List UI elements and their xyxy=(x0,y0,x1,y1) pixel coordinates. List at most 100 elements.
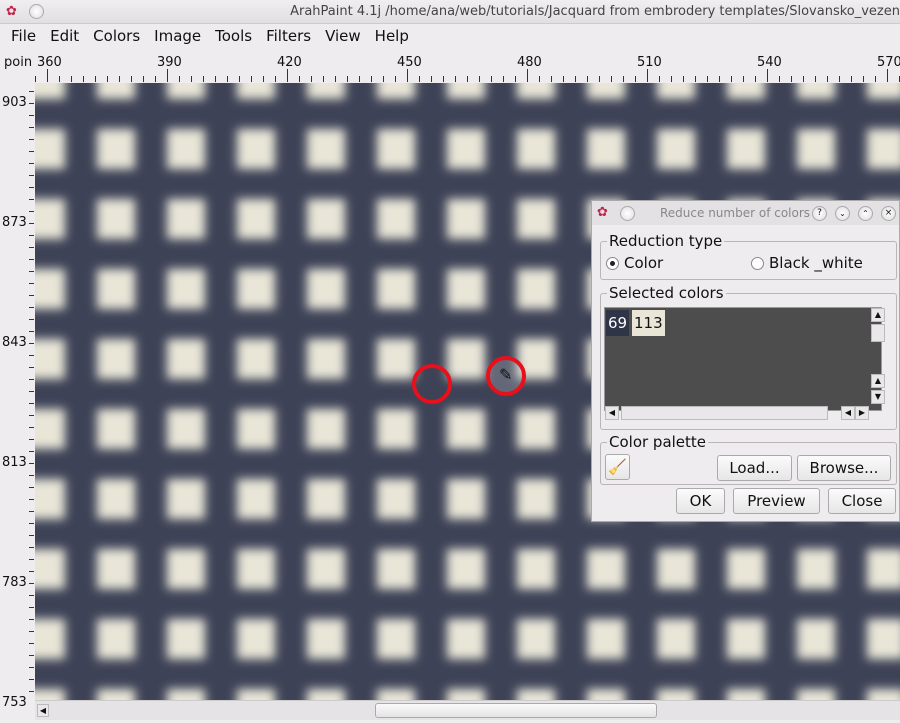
ruler-label: 360 xyxy=(37,55,62,70)
minimize-icon[interactable]: ⌄ xyxy=(835,206,850,221)
radio-black-white[interactable]: Black _white xyxy=(751,254,863,272)
ruler-tick xyxy=(539,76,540,82)
ruler-label: 903 xyxy=(2,95,27,110)
eyedropper-cursor: ✎ xyxy=(486,356,526,396)
ruler-tick xyxy=(95,76,96,82)
ruler-tick xyxy=(815,76,816,82)
ruler-tick xyxy=(29,427,34,428)
window-menu-button[interactable] xyxy=(29,4,44,19)
ruler-tick xyxy=(29,691,34,692)
help-icon[interactable]: ? xyxy=(812,206,827,221)
vertical-scroll-thumb[interactable] xyxy=(871,324,885,342)
ruler-tick xyxy=(29,631,34,632)
scroll-left-button[interactable]: ◀ xyxy=(605,406,619,420)
ruler-tick xyxy=(239,76,240,82)
ruler-label: 813 xyxy=(2,455,27,470)
preview-button[interactable]: Preview xyxy=(733,488,820,514)
load-button[interactable]: Load... xyxy=(717,455,792,481)
eyedropper-icon: ✎ xyxy=(499,365,513,384)
ruler-tick xyxy=(29,583,34,584)
ok-button[interactable]: OK xyxy=(676,488,725,514)
ruler-tick xyxy=(29,259,34,260)
ruler-tick xyxy=(383,76,384,82)
menu-colors[interactable]: Colors xyxy=(86,24,147,50)
horizontal-scroll-thumb[interactable] xyxy=(621,406,828,420)
ruler-tick xyxy=(155,76,156,82)
color-swatch[interactable]: 113 xyxy=(632,310,665,336)
ruler-tick xyxy=(491,76,492,82)
menu-view[interactable]: View xyxy=(318,24,368,50)
color-swatch[interactable]: 69 xyxy=(606,310,630,336)
ruler-tick xyxy=(29,547,34,548)
ruler-tick xyxy=(719,76,720,82)
ruler-tick xyxy=(29,403,34,404)
scroll-up-button[interactable]: ▲ xyxy=(871,374,885,388)
ruler-tick xyxy=(851,76,852,82)
ruler-tick xyxy=(803,76,804,82)
menu-file[interactable]: File xyxy=(4,24,43,50)
ruler-tick xyxy=(695,76,696,82)
ruler-tick xyxy=(467,76,468,82)
dialog-title: Reduce number of colors xyxy=(660,206,811,220)
ruler-tick xyxy=(827,76,828,82)
close-icon[interactable]: × xyxy=(881,206,896,221)
ruler-tick xyxy=(29,91,34,92)
close-button[interactable]: Close xyxy=(828,488,896,514)
ruler-tick xyxy=(659,76,660,82)
ruler-tick xyxy=(359,76,360,82)
scrollbar-thumb[interactable] xyxy=(375,703,657,718)
ruler-tick xyxy=(551,76,552,82)
clear-palette-button[interactable]: 🧹 xyxy=(605,454,630,480)
reduction-type-group: Reduction type Color Black _white xyxy=(600,232,897,280)
ruler-tick xyxy=(29,271,34,272)
menu-edit[interactable]: Edit xyxy=(43,24,86,50)
menu-filters[interactable]: Filters xyxy=(259,24,318,50)
ruler-tick xyxy=(323,76,324,82)
selected-colors-label: Selected colors xyxy=(607,284,726,302)
menu-image[interactable]: Image xyxy=(147,24,208,50)
selected-colors-list[interactable]: 69 113 ▲ ▲ ▼ ◀ ◀ ▶ xyxy=(604,307,885,420)
browse-button[interactable]: Browse... xyxy=(797,455,891,481)
ruler-tick xyxy=(29,451,34,452)
menu-help[interactable]: Help xyxy=(368,24,416,50)
ruler-tick xyxy=(623,76,624,82)
window-title: ArahPaint 4.1j /home/ana/web/tutorials/J… xyxy=(290,4,900,19)
ruler-tick xyxy=(143,76,144,82)
radio-black-white-label: Black _white xyxy=(769,254,863,272)
ruler-tick xyxy=(29,175,34,176)
ruler-tick xyxy=(575,76,576,82)
horizontal-scrollbar[interactable]: ◀ xyxy=(35,700,900,720)
ruler-tick xyxy=(227,76,228,82)
ruler-label: 510 xyxy=(637,55,662,70)
scroll-left-button[interactable]: ◀ xyxy=(37,704,49,717)
ruler-tick xyxy=(443,76,444,82)
ruler-tick xyxy=(335,76,336,82)
ruler-tick xyxy=(29,655,34,656)
horizontal-ruler: poin 360 390 420 450 480 510 540 570 xyxy=(0,52,900,83)
ruler-tick xyxy=(29,571,34,572)
ruler-tick xyxy=(29,151,34,152)
ruler-tick xyxy=(671,76,672,82)
dialog-menu-button[interactable] xyxy=(620,206,635,221)
scroll-down-button[interactable]: ▼ xyxy=(871,390,885,404)
ruler-tick xyxy=(29,679,34,680)
reduction-type-label: Reduction type xyxy=(607,232,725,250)
scroll-left-button[interactable]: ◀ xyxy=(841,406,855,420)
maximize-icon[interactable]: ⌃ xyxy=(858,206,873,221)
radio-color[interactable]: Color xyxy=(606,254,663,272)
scroll-right-button[interactable]: ▶ xyxy=(855,406,869,420)
ruler-tick xyxy=(71,76,72,82)
ruler-tick xyxy=(863,76,864,82)
scroll-up-button[interactable]: ▲ xyxy=(871,308,885,322)
app-logo-icon: ✿ xyxy=(597,205,608,220)
ruler-tick xyxy=(347,76,348,82)
ruler-label: 450 xyxy=(397,55,422,70)
ruler-tick xyxy=(29,643,34,644)
ruler-tick xyxy=(29,115,34,116)
ruler-tick xyxy=(83,76,84,82)
ruler-tick xyxy=(839,76,840,82)
ruler-tick xyxy=(767,69,768,82)
menu-tools[interactable]: Tools xyxy=(208,24,259,50)
ruler-tick xyxy=(29,331,34,332)
ruler-tick xyxy=(647,69,648,82)
